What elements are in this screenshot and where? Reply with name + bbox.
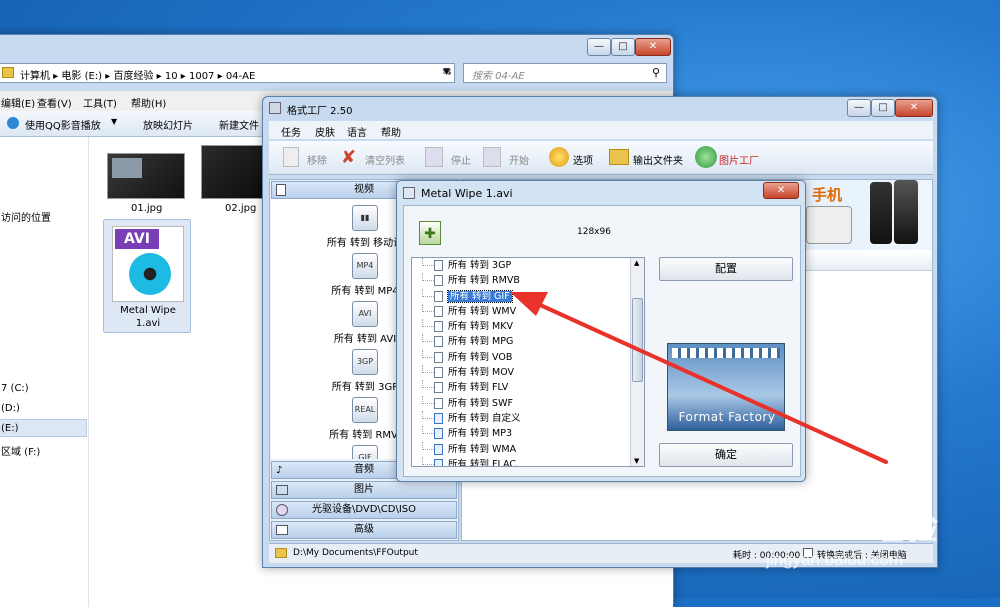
- watermark-logo-text: Baidu 经验: [766, 509, 938, 547]
- watermark-url: jingyan.baidu.com: [766, 550, 904, 569]
- arrow-line: [536, 302, 888, 464]
- baidu-jingyan-watermark: Baidu 经验 jingyan.baidu.com: [766, 492, 996, 582]
